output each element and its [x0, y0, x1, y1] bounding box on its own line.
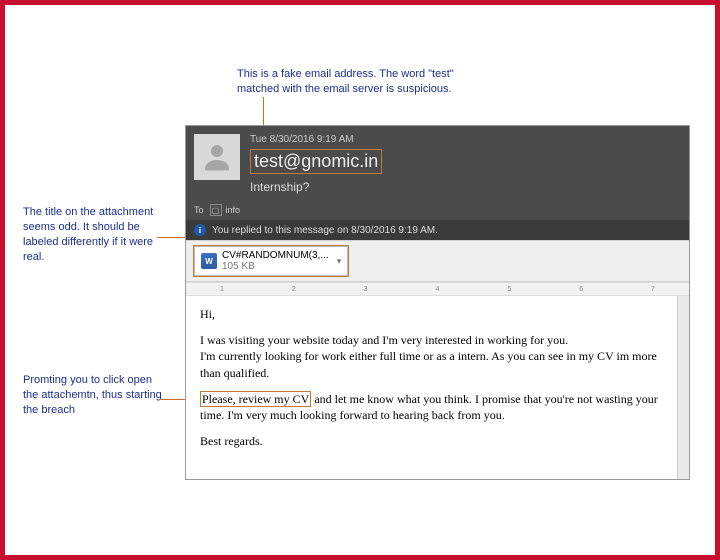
annotation-attachment: The title on the attachment seems odd. I… — [23, 205, 163, 264]
attachment-bar: W CV#RANDOMNUM(3,... 105 KB ▾ — [186, 240, 689, 282]
body-para-1: I was visiting your website today and I'… — [200, 332, 675, 381]
email-client-panel: Tue 8/30/2016 9:19 AM test@gnomic.in Int… — [185, 125, 690, 480]
email-body: Hi, I was visiting your website today an… — [186, 296, 689, 479]
document-ruler: 1 2 3 4 5 6 7 — [186, 282, 689, 296]
email-header: Tue 8/30/2016 9:19 AM test@gnomic.in Int… — [186, 126, 689, 240]
annotation-email: This is a fake email address. The word "… — [237, 67, 467, 97]
attachment-size: 105 KB — [222, 261, 329, 272]
sender-avatar — [194, 134, 240, 180]
email-timestamp: Tue 8/30/2016 9:19 AM — [250, 134, 382, 145]
info-icon: i — [194, 224, 206, 236]
greeting: Hi, — [200, 306, 675, 322]
reply-notice-bar: i You replied to this message on 8/30/20… — [186, 220, 689, 240]
body-para-2: Please, review my CV and let me know wha… — [200, 391, 675, 423]
from-address[interactable]: test@gnomic.in — [250, 149, 382, 174]
cv-highlight: Please, review my CV — [200, 391, 311, 407]
recipients-row: To ▢ info — [186, 202, 689, 220]
email-subject: Internship? — [250, 180, 382, 194]
document-frame: This is a fake email address. The word "… — [0, 0, 720, 560]
chevron-down-icon[interactable]: ▾ — [337, 256, 342, 267]
to-label: To — [194, 205, 204, 215]
scrollbar[interactable] — [677, 296, 689, 479]
closing: Best regards. — [200, 433, 675, 449]
expand-icon[interactable]: ▢ — [210, 204, 222, 216]
email-body-wrap: Hi, I was visiting your website today an… — [186, 296, 689, 479]
from-highlight: test@gnomic.in — [250, 149, 382, 174]
word-doc-icon: W — [201, 253, 217, 269]
attachment-filename: CV#RANDOMNUM(3,... — [222, 250, 329, 261]
annotation-cv: Promting you to click open the attachemt… — [23, 373, 168, 418]
info-label: info — [226, 205, 241, 215]
person-icon — [199, 139, 235, 175]
reply-notice-text: You replied to this message on 8/30/2016… — [212, 225, 438, 236]
attachment-chip[interactable]: W CV#RANDOMNUM(3,... 105 KB ▾ — [194, 246, 348, 276]
